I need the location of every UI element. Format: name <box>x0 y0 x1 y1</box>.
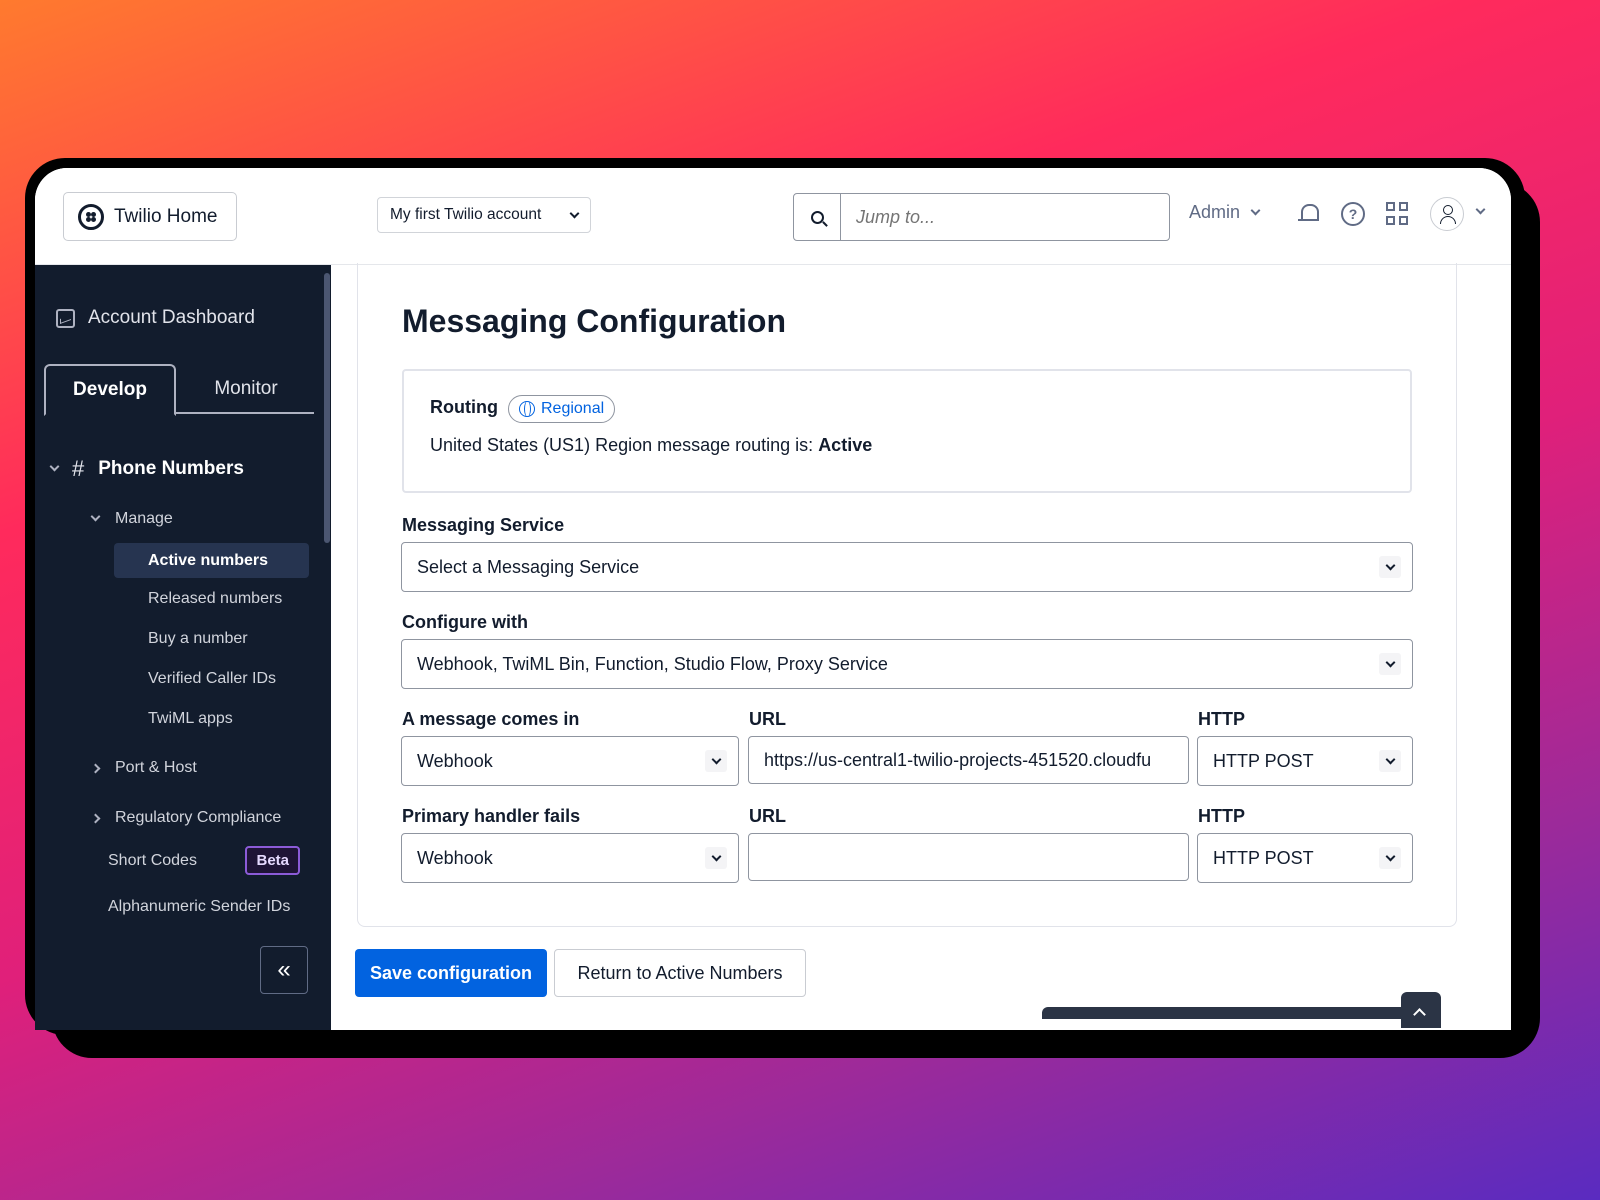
regional-badge: Regional <box>508 395 616 423</box>
search-input[interactable] <box>841 206 1161 228</box>
chevron-down-icon <box>569 208 580 218</box>
incoming-handler-type-select[interactable]: Webhook <box>401 736 739 786</box>
sidebar-tabs: Develop Monitor <box>44 364 314 416</box>
account-label: My first Twilio account <box>390 206 542 223</box>
config-card <box>357 263 1457 927</box>
tab-develop[interactable]: Develop <box>44 364 176 416</box>
dashboard-label: Account Dashboard <box>88 307 255 328</box>
search-icon <box>810 210 824 224</box>
message-comes-in-label: A message comes in <box>402 709 580 729</box>
save-configuration-button[interactable]: Save configuration <box>355 949 547 997</box>
return-to-active-numbers-button[interactable]: Return to Active Numbers <box>554 949 806 997</box>
globe-icon <box>519 401 535 417</box>
incoming-url-label: URL <box>749 709 786 729</box>
sidebar-item-port-host[interactable]: Port & Host <box>90 759 197 777</box>
account-switcher[interactable]: My first Twilio account <box>377 197 591 233</box>
short-codes-label: Short Codes <box>108 851 197 869</box>
chevron-down-icon <box>1379 847 1401 869</box>
configure-with-value: Webhook, TwiML Bin, Function, Studio Flo… <box>417 653 888 674</box>
sidebar-item-buy-number[interactable]: Buy a number <box>148 630 248 648</box>
apps-grid-icon[interactable] <box>1386 202 1410 226</box>
routing-status-value: Active <box>818 435 873 455</box>
messaging-service-select[interactable]: Select a Messaging Service <box>401 542 1413 592</box>
regional-badge-label: Regional <box>541 400 605 417</box>
tab-monitor[interactable]: Monitor <box>178 364 314 414</box>
chevron-down-icon <box>90 511 101 522</box>
sidebar-item-alphanumeric-sender-ids[interactable]: Alphanumeric Sender IDs <box>108 898 290 916</box>
chevron-down-icon <box>1379 653 1401 675</box>
page-title: Messaging Configuration <box>402 303 786 339</box>
twilio-logo-icon <box>78 203 104 230</box>
role-switcher[interactable]: Admin <box>1189 202 1261 223</box>
fallback-http-label: HTTP <box>1198 806 1245 826</box>
incoming-http-method-select[interactable]: HTTP POST <box>1197 736 1413 786</box>
chevron-down-icon[interactable] <box>1475 204 1486 215</box>
chevron-down-icon <box>705 750 727 772</box>
sidebar-section-phone-numbers[interactable]: # Phone Numbers <box>49 456 244 482</box>
hash-icon: # <box>72 456 85 481</box>
configure-with-select[interactable]: Webhook, TwiML Bin, Function, Studio Flo… <box>401 639 1413 689</box>
section-title: Phone Numbers <box>98 458 244 479</box>
sidebar-item-released-numbers[interactable]: Released numbers <box>148 590 282 608</box>
search-icon-button[interactable] <box>794 194 841 240</box>
routing-status-text: United States (US1) Region message routi… <box>430 435 872 456</box>
top-bar: Twilio Home My first Twilio account Admi… <box>35 168 1511 265</box>
app-window: Twilio Home My first Twilio account Admi… <box>35 168 1511 1030</box>
primary-handler-fails-label: Primary handler fails <box>402 806 581 826</box>
chevron-right-icon <box>90 813 101 823</box>
fallback-http-method-value: HTTP POST <box>1213 847 1314 868</box>
messaging-service-label: Messaging Service <box>402 515 565 535</box>
routing-panel: Routing Regional United States (US1) Reg… <box>402 369 1412 493</box>
manage-label: Manage <box>115 510 173 527</box>
incoming-http-method-value: HTTP POST <box>1213 750 1314 771</box>
fallback-url-label: URL <box>749 806 786 826</box>
chevron-up-icon <box>1413 1008 1426 1021</box>
sidebar-item-verified-caller-ids[interactable]: Verified Caller IDs <box>148 670 276 688</box>
sidebar-item-manage[interactable]: Manage <box>90 510 173 528</box>
dashboard-icon <box>56 308 75 328</box>
user-avatar-icon[interactable] <box>1430 197 1464 231</box>
chat-widget-bar[interactable] <box>1042 1007 1417 1019</box>
chat-widget-toggle[interactable] <box>1401 992 1441 1028</box>
twilio-home-label: Twilio Home <box>114 205 218 227</box>
sidebar-item-regulatory-compliance[interactable]: Regulatory Compliance <box>90 809 282 827</box>
incoming-http-label: HTTP <box>1198 709 1245 729</box>
twilio-home-button[interactable]: Twilio Home <box>63 192 237 241</box>
incoming-url-input[interactable]: https://us-central1-twilio-projects-4515… <box>748 736 1189 784</box>
role-label: Admin <box>1189 202 1241 222</box>
sidebar-item-twiml-apps[interactable]: TwiML apps <box>148 710 233 728</box>
chevron-down-icon <box>1250 205 1261 216</box>
bell-icon[interactable] <box>1297 202 1321 226</box>
jump-to-search <box>793 193 1170 241</box>
sidebar-scrollbar[interactable] <box>324 273 330 543</box>
routing-label: Routing <box>430 397 498 417</box>
fallback-handler-type-select[interactable]: Webhook <box>401 833 739 883</box>
sidebar-item-account-dashboard[interactable]: Account Dashboard <box>56 307 255 329</box>
fallback-url-input[interactable] <box>748 833 1189 881</box>
sidebar-item-short-codes[interactable]: Short Codes Beta <box>108 846 300 875</box>
fallback-http-method-select[interactable]: HTTP POST <box>1197 833 1413 883</box>
collapse-sidebar-button[interactable]: « <box>260 946 308 994</box>
chevron-down-icon <box>1379 556 1401 578</box>
sidebar: Account Dashboard Develop Monitor # Phon… <box>35 265 331 1030</box>
regulatory-label: Regulatory Compliance <box>115 809 282 826</box>
help-icon[interactable]: ? <box>1341 202 1365 226</box>
messaging-service-value: Select a Messaging Service <box>417 556 640 577</box>
port-host-label: Port & Host <box>115 759 197 776</box>
chevron-down-icon <box>705 847 727 869</box>
incoming-handler-type-value: Webhook <box>417 750 493 771</box>
chevron-down-icon <box>49 461 60 472</box>
chevron-right-icon <box>90 763 101 773</box>
fallback-handler-type-value: Webhook <box>417 847 493 868</box>
routing-status-prefix: United States (US1) Region message routi… <box>430 435 819 455</box>
chevron-down-icon <box>1379 750 1401 772</box>
sidebar-item-active-numbers[interactable]: Active numbers <box>114 543 309 578</box>
main-content: Messaging Configuration Routing Regional… <box>331 263 1511 1030</box>
configure-with-label: Configure with <box>402 612 528 632</box>
beta-badge: Beta <box>245 846 300 875</box>
